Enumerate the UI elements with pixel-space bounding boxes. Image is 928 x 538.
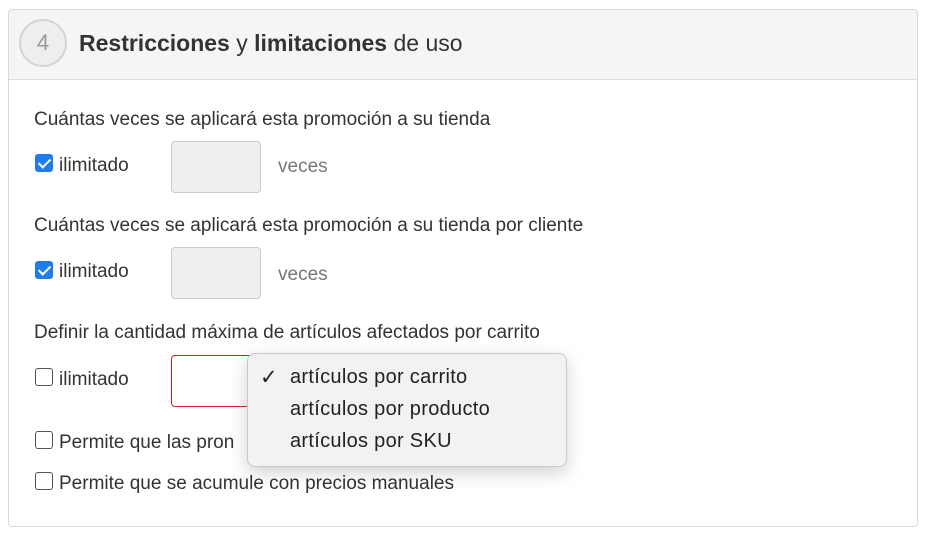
customer-uses-unit: veces [278, 264, 328, 285]
store-uses-label: Cuántas veces se aplicará esta promoción… [34, 109, 491, 130]
max-items-unlimited-checkbox[interactable] [35, 368, 53, 386]
dropdown-option-per-sku[interactable]: artículos por SKU [290, 430, 452, 453]
max-items-unlimited-label[interactable]: ilimitado [59, 369, 129, 391]
title-bold-limitaciones: limitaciones [254, 30, 388, 56]
allow-promotions-checkbox[interactable] [35, 431, 53, 449]
selected-check-icon: ✓ [260, 366, 278, 389]
store-uses-unit: veces [278, 156, 328, 177]
title-connector: y [229, 30, 255, 56]
allow-promotions-label[interactable]: Permite que las pron [59, 432, 234, 454]
allow-manual-prices-label[interactable]: Permite que se acumule con precios manua… [59, 473, 454, 495]
title-suffix: de uso [387, 30, 463, 56]
customer-uses-input[interactable] [171, 247, 261, 299]
step-number-badge: 4 [19, 19, 67, 67]
panel-header: 4 Restricciones y limitaciones de uso [9, 10, 917, 80]
store-uses-unlimited-label[interactable]: ilimitado [59, 155, 129, 177]
items-scope-dropdown-menu[interactable]: ✓ artículos por carrito artículos por pr… [247, 353, 567, 467]
store-uses-unlimited-checkbox[interactable] [35, 154, 53, 172]
customer-uses-label: Cuántas veces se aplicará esta promoción… [34, 215, 584, 236]
customer-uses-unlimited-label[interactable]: ilimitado [59, 261, 129, 283]
store-uses-input[interactable] [171, 141, 261, 193]
title-bold-restricciones: Restricciones [79, 30, 230, 56]
panel-title: Restricciones y limitaciones de uso [79, 30, 463, 57]
dropdown-option-per-cart[interactable]: artículos por carrito [290, 366, 467, 389]
dropdown-option-per-product[interactable]: artículos por producto [290, 398, 490, 421]
customer-uses-unlimited-checkbox[interactable] [35, 261, 53, 279]
max-items-label: Definir la cantidad máxima de artículos … [34, 322, 540, 343]
allow-manual-prices-checkbox[interactable] [35, 472, 53, 490]
